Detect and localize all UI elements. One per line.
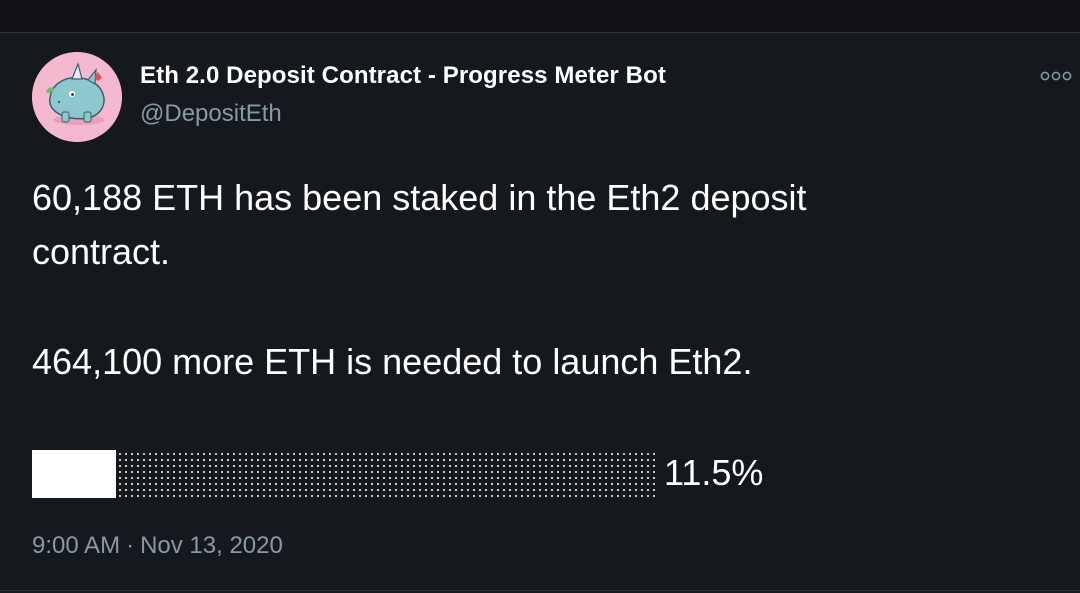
tweet-page: Eth 2.0 Deposit Contract - Progress Mete… (0, 0, 1080, 593)
more-options-button[interactable] (1036, 64, 1076, 88)
progress-percent: 11.5% (664, 452, 764, 493)
top-band (0, 0, 1080, 32)
rhino-avatar-icon (32, 52, 122, 142)
progress-bar-remaining (116, 450, 656, 498)
user-handle[interactable]: @DepositEth (140, 100, 282, 128)
progress-bar-fill (32, 450, 116, 498)
tweet-text-line: 60,188 ETH has been staked in the Eth2 d… (32, 177, 807, 218)
tweet-text-line: 464,100 more ETH is needed to launch Eth… (32, 341, 753, 382)
tweet-timestamp[interactable]: 9:00 AM · Nov 13, 2020 (32, 532, 283, 560)
top-divider (0, 32, 1080, 33)
timestamp-date: Nov 13, 2020 (140, 532, 283, 559)
timestamp-separator: · (126, 532, 135, 559)
more-options-icon (1040, 71, 1072, 81)
timestamp-time: 9:00 AM (32, 532, 121, 559)
progress-bar (32, 450, 656, 498)
display-name[interactable]: Eth 2.0 Deposit Contract - Progress Mete… (140, 62, 666, 90)
avatar[interactable] (32, 52, 122, 142)
bottom-divider (0, 590, 1080, 591)
tweet-text-line: contract. (32, 231, 171, 272)
